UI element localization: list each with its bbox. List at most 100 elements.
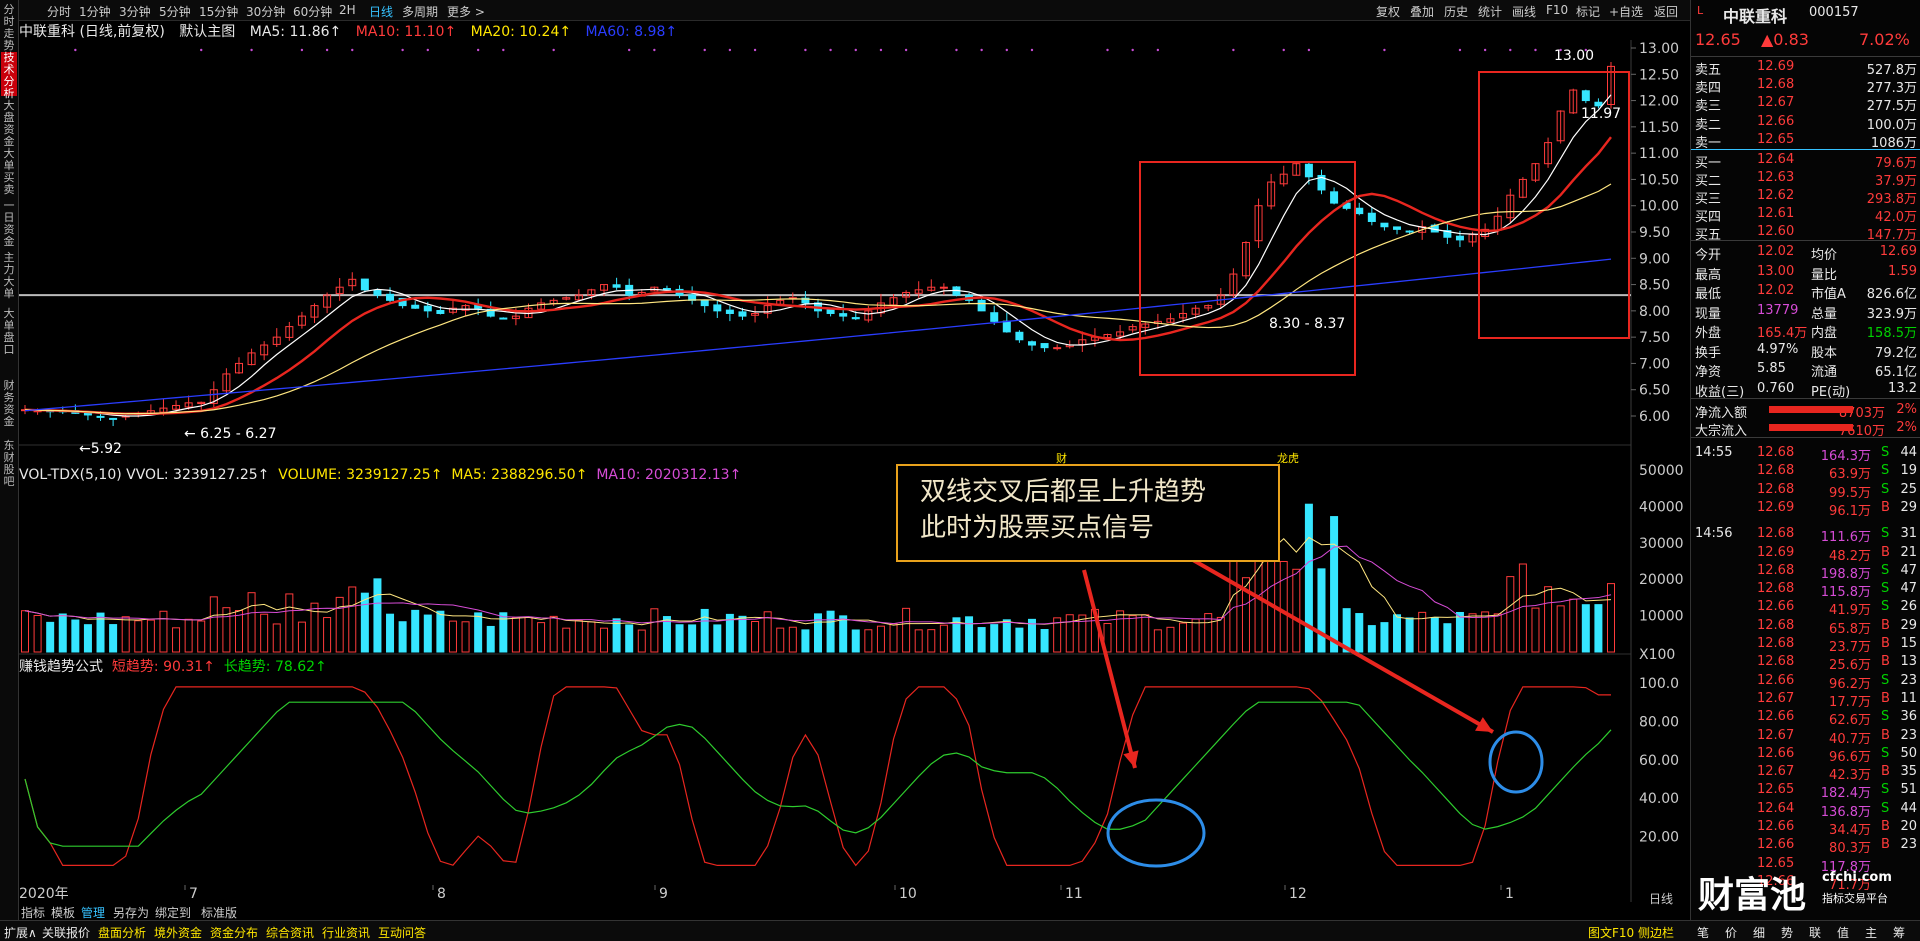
volume-bar: [1556, 605, 1565, 653]
tick-count: 25: [1900, 481, 1917, 497]
panel-tab-2[interactable]: 细: [1753, 924, 1765, 941]
nav-indicator[interactable]: 指标: [21, 904, 45, 921]
btn-diejia[interactable]: 叠加: [1410, 3, 1434, 20]
stat-value: 4.97%: [1757, 341, 1799, 357]
btn-f10[interactable]: F10: [1546, 3, 1568, 17]
candle-body: [1015, 331, 1024, 341]
volume-bar: [524, 616, 533, 653]
nav-manage[interactable]: 管理: [81, 904, 105, 921]
tick-side: S: [1881, 599, 1890, 615]
link-market-analysis[interactable]: 盘面分析: [98, 924, 146, 941]
volume-bar: [1393, 614, 1402, 653]
tab-fenshi[interactable]: 分时走势: [1, 4, 17, 52]
nav-standard[interactable]: 标准版: [201, 904, 237, 921]
btn-back[interactable]: 返回: [1654, 3, 1678, 20]
link-news[interactable]: 综合资讯: [266, 924, 314, 941]
tf-more[interactable]: 更多 >: [447, 3, 485, 20]
candle-body: [386, 293, 395, 301]
btn-draw[interactable]: 画线: [1512, 3, 1536, 20]
tf-60min[interactable]: 60分钟: [293, 3, 332, 20]
tab-main-big[interactable]: 主力大单: [1, 252, 17, 300]
x-axis-label: 8: [437, 886, 446, 902]
tab-tech-analysis[interactable]: 技术分析: [1, 52, 17, 100]
volume-axis-label: 40000: [1639, 499, 1684, 515]
main-figure-label[interactable]: 默认主图: [179, 24, 235, 40]
panel-tab-1[interactable]: 价: [1725, 924, 1737, 941]
panel-tab-0[interactable]: 笔: [1697, 924, 1709, 941]
ma5-label: MA5: 11.86↑: [249, 24, 342, 40]
tf-fenshi[interactable]: 分时: [47, 3, 71, 20]
signal-dot: [74, 48, 77, 52]
btn-stats[interactable]: 统计: [1478, 3, 1502, 20]
tick-count: 26: [1900, 599, 1917, 615]
price-axis-label: 7.50: [1639, 330, 1670, 346]
tab-guba[interactable]: 东财股吧: [1, 440, 17, 488]
tick-side: S: [1881, 481, 1890, 497]
tf-5min[interactable]: 5分钟: [159, 3, 191, 20]
panel-tab-6[interactable]: 主: [1865, 924, 1877, 941]
tf-1min[interactable]: 1分钟: [79, 3, 111, 20]
stat-key: 今开: [1695, 248, 1722, 263]
tick-side: S: [1881, 526, 1890, 542]
tab-big-orders[interactable]: 大单买卖: [1, 148, 17, 196]
btn-add-watch[interactable]: +自选: [1609, 3, 1643, 20]
nav-save-as[interactable]: 另存为: [113, 904, 149, 921]
volume-bar: [876, 625, 885, 653]
tick-side: S: [1881, 800, 1890, 816]
btn-mark[interactable]: 标记: [1576, 3, 1600, 20]
tf-2h[interactable]: 2H: [339, 3, 356, 17]
link-expand[interactable]: 扩展∧: [4, 924, 37, 941]
volume-bar: [1317, 568, 1326, 653]
panel-tab-3[interactable]: 势: [1781, 924, 1793, 941]
volume-bar: [1430, 617, 1439, 653]
panel-tab-7[interactable]: 筹: [1893, 924, 1905, 941]
tick-row: 12.67 42.3万 B 35: [1691, 763, 1920, 784]
volume-bar: [1128, 615, 1137, 653]
tab-market-capital[interactable]: 大盘资金: [1, 100, 17, 148]
candle-body: [423, 305, 432, 312]
volume-axis-label: 30000: [1639, 536, 1684, 552]
tick-row: 12.68 115.8万 S 47: [1691, 580, 1920, 600]
longhu-marker: 龙虎: [1277, 452, 1299, 465]
tick-price: 12.66: [1757, 745, 1795, 761]
volume-bar: [272, 623, 281, 653]
signal-dot: [703, 48, 706, 52]
link-qa[interactable]: 互动问答: [378, 924, 426, 941]
tick-volume: 182.4万: [1820, 786, 1871, 802]
volume-bar: [914, 629, 923, 653]
link-industry-news[interactable]: 行业资讯: [322, 924, 370, 941]
volume-bar: [1518, 563, 1527, 653]
panel-tab-4[interactable]: 联: [1809, 924, 1821, 941]
tf-30min[interactable]: 30分钟: [246, 3, 285, 20]
link-capital-dist[interactable]: 资金分布: [210, 924, 258, 941]
tf-daily[interactable]: 日线: [369, 3, 393, 20]
link-overseas[interactable]: 境外资金: [154, 924, 202, 941]
bid-price: 12.62: [1757, 188, 1795, 203]
stat-key: 最低: [1695, 287, 1722, 302]
tick-side: B: [1881, 819, 1890, 834]
volume-bar: [121, 616, 130, 653]
ask-label: 卖五: [1695, 63, 1722, 78]
tick-count: 50: [1900, 745, 1917, 761]
tab-big-handicap[interactable]: 大单盘口: [1, 308, 17, 356]
tick-count: 23: [1900, 672, 1917, 688]
btn-fuquan[interactable]: 复权: [1376, 3, 1400, 20]
tf-15min[interactable]: 15分钟: [199, 3, 238, 20]
tick-volume: 42.3万: [1829, 768, 1871, 784]
day-line-label[interactable]: 日线: [1649, 890, 1673, 907]
bottom-bar: 扩展∧ 关联报价 盘面分析 境外资金 资金分布 综合资讯 行业资讯 互动问答 图…: [0, 920, 1920, 941]
panel-tab-5[interactable]: 值: [1837, 924, 1849, 941]
link-f10-sidebar[interactable]: 图文F10 侧边栏: [1588, 924, 1674, 941]
nav-bind-to[interactable]: 绑定到: [155, 904, 191, 921]
link-related-quotes[interactable]: 关联报价: [42, 924, 90, 941]
volume-bar: [1594, 604, 1603, 653]
tick-side: B: [1881, 727, 1890, 743]
tab-finance[interactable]: 财务资金: [1, 380, 17, 428]
tick-row: 12.66 80.3万 B 23: [1691, 836, 1920, 856]
tab-daily-capital[interactable]: 一日资金: [1, 200, 17, 248]
tf-multi[interactable]: 多周期: [402, 3, 438, 20]
stock-chart[interactable]: 13.00 12.50 12.00 11.50 11.00 10.50 10.00 9.50 9…: [19, 40, 1690, 902]
nav-template[interactable]: 模板: [51, 904, 75, 921]
btn-history[interactable]: 历史: [1444, 3, 1468, 20]
tf-3min[interactable]: 3分钟: [119, 3, 151, 20]
